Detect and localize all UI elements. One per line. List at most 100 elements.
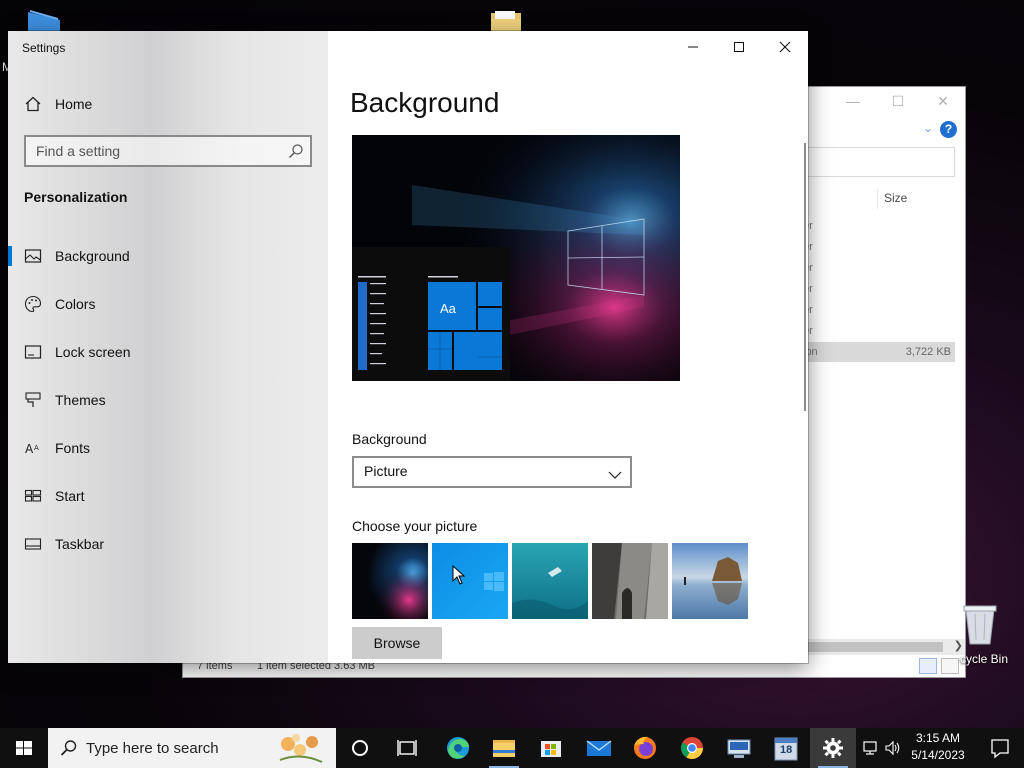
explorer-search-box[interactable] xyxy=(803,147,955,177)
sidebar-item-taskbar[interactable]: Taskbar xyxy=(8,524,328,564)
search-icon[interactable] xyxy=(288,143,304,159)
taskbar-clock[interactable]: 3:15 AM 5/14/2023 xyxy=(906,730,970,766)
browse-button[interactable]: Browse xyxy=(352,627,442,659)
edge-icon[interactable] xyxy=(435,728,481,768)
network-icon[interactable] xyxy=(862,740,880,756)
start-icon xyxy=(24,487,42,505)
picture-thumbnail-rock-cliff[interactable] xyxy=(592,543,668,619)
start-button[interactable] xyxy=(0,728,48,768)
column-header-size[interactable]: Size xyxy=(877,189,957,209)
page-title: Background xyxy=(350,87,500,118)
dropdown-value: Picture xyxy=(364,463,408,479)
mouse-cursor-icon xyxy=(452,564,466,590)
sidebar-item-label: Lock screen xyxy=(55,344,131,360)
settings-gear-icon[interactable] xyxy=(810,728,856,768)
calendar-badge-number: 18 xyxy=(780,744,793,756)
recycle-bin-icon[interactable] xyxy=(960,600,1000,646)
scrollbar-thumb[interactable] xyxy=(803,642,943,652)
settings-main-panel: Background Aa Background Picture Choose … xyxy=(328,31,808,663)
calendar-app-icon[interactable]: 18 xyxy=(763,728,809,768)
mail-icon[interactable] xyxy=(576,728,622,768)
sidebar-item-label: Home xyxy=(55,96,93,112)
recycle-bin-label: cycle Bin xyxy=(960,652,1009,666)
maximize-button[interactable] xyxy=(716,31,762,63)
file-row[interactable]: er xyxy=(803,279,955,299)
desktop-preview: Aa xyxy=(352,135,680,381)
preview-tile-text: Aa xyxy=(440,301,456,316)
store-icon[interactable] xyxy=(528,728,574,768)
file-row[interactable]: er xyxy=(803,216,955,236)
taskbar: 18 3:15 AM 5/14/2023 xyxy=(0,728,1024,768)
picture-icon xyxy=(24,247,42,265)
sidebar-item-themes[interactable]: Themes xyxy=(8,380,328,420)
picture-thumbnail-beach-rocks[interactable] xyxy=(672,543,748,619)
find-setting-input[interactable] xyxy=(26,137,276,165)
sidebar-item-lock-screen[interactable]: Lock screen xyxy=(8,332,328,372)
background-type-dropdown[interactable]: Picture xyxy=(352,456,632,488)
help-icon[interactable]: ? xyxy=(940,121,957,138)
file-row[interactable]: er xyxy=(803,321,955,341)
picture-thumbnail-windows-dark[interactable] xyxy=(352,543,428,619)
sidebar-item-label: Background xyxy=(55,248,130,264)
sidebar-item-fonts[interactable]: AA Fonts xyxy=(8,428,328,468)
large-icons-view-icon[interactable] xyxy=(941,658,959,674)
vertical-scrollbar[interactable] xyxy=(804,143,806,411)
window-title: Settings xyxy=(22,41,66,55)
clock-date: 5/14/2023 xyxy=(911,748,965,762)
settings-sidebar: Settings Home Personalization Background xyxy=(8,31,328,663)
taskbar-search-box[interactable] xyxy=(48,728,336,768)
close-button[interactable] xyxy=(762,31,808,63)
explorer-minimize-button[interactable]: — xyxy=(843,93,863,111)
palette-icon xyxy=(24,295,42,313)
brush-icon xyxy=(24,391,42,409)
lock-screen-icon xyxy=(24,343,42,361)
sidebar-item-label: Themes xyxy=(55,392,106,408)
background-type-label: Background xyxy=(352,431,427,447)
desktop-folder-icon[interactable] xyxy=(28,10,60,32)
details-view-icon[interactable] xyxy=(919,658,937,674)
sidebar-item-label: Start xyxy=(55,488,85,504)
picture-thumbnail-underwater[interactable] xyxy=(512,543,588,619)
firefox-icon[interactable] xyxy=(622,728,668,768)
find-setting-search[interactable] xyxy=(24,135,312,167)
taskbar-search-input[interactable] xyxy=(86,738,266,758)
cortana-icon[interactable] xyxy=(337,728,383,768)
minimize-button[interactable] xyxy=(670,31,716,63)
network-app-icon[interactable] xyxy=(716,728,762,768)
explorer-close-button[interactable]: ✕ xyxy=(933,93,953,111)
file-explorer-icon[interactable] xyxy=(481,728,527,768)
file-row[interactable]: er xyxy=(803,300,955,320)
svg-text:A: A xyxy=(34,444,39,452)
settings-window[interactable]: Settings Home Personalization Background xyxy=(8,31,808,663)
desktop-folder-yellow-icon[interactable] xyxy=(491,11,521,31)
sidebar-item-label: Taskbar xyxy=(55,536,105,552)
file-row[interactable]: er xyxy=(803,237,955,257)
sidebar-item-background[interactable]: Background xyxy=(8,236,328,276)
search-highlight-flowers-icon xyxy=(270,730,332,768)
volume-icon[interactable] xyxy=(884,740,902,756)
sidebar-item-start[interactable]: Start xyxy=(8,476,328,516)
section-header: Personalization xyxy=(24,189,128,205)
taskbar-icon xyxy=(24,535,42,553)
task-view-icon[interactable] xyxy=(384,728,430,768)
chevron-down-icon[interactable]: ⌄ xyxy=(923,121,933,135)
font-icon: AA xyxy=(24,439,42,457)
chevron-down-icon xyxy=(608,467,622,485)
explorer-ribbon-row: ⌄ ? xyxy=(803,121,959,143)
file-row-size: 3,722 KB xyxy=(905,346,951,358)
choose-picture-label: Choose your picture xyxy=(352,518,478,534)
picture-thumbnail-windows-blue[interactable] xyxy=(432,543,508,619)
sidebar-item-home[interactable]: Home xyxy=(8,89,328,119)
file-row[interactable]: er xyxy=(803,258,955,278)
explorer-horizontal-scrollbar[interactable]: ❯ xyxy=(803,639,965,655)
sidebar-item-colors[interactable]: Colors xyxy=(8,284,328,324)
search-icon xyxy=(60,739,78,762)
chrome-icon[interactable] xyxy=(669,728,715,768)
home-icon xyxy=(24,95,42,113)
svg-text:A: A xyxy=(25,442,34,456)
explorer-maximize-button[interactable]: ☐ xyxy=(888,93,908,111)
clock-time: 3:15 AM xyxy=(915,731,961,745)
notification-center-icon[interactable] xyxy=(976,728,1024,768)
sidebar-item-label: Fonts xyxy=(55,440,91,456)
file-row-selected[interactable]: ion 3,722 KB xyxy=(803,342,955,362)
